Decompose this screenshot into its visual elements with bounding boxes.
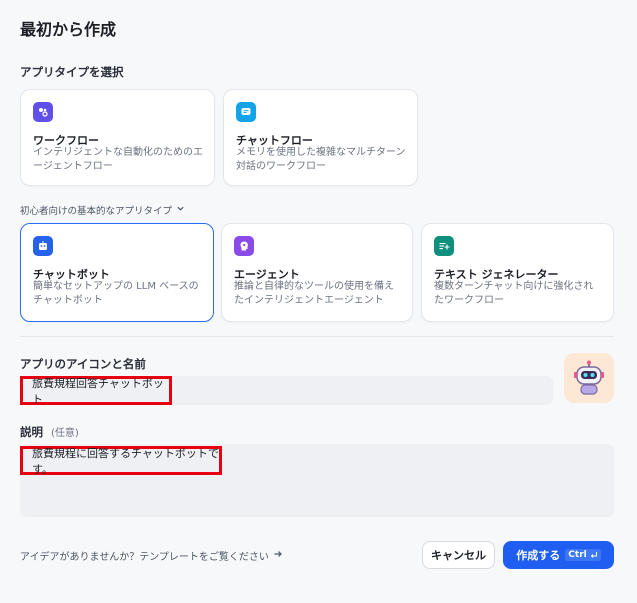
app-name-label: アプリのアイコンと名前 [20, 357, 146, 371]
enter-key-icon [590, 552, 597, 558]
page-title: 最初から作成 [20, 20, 117, 39]
basic-types-label: 初心者向けの基本的なアプリタイプ [20, 206, 173, 217]
optional-hint: (任意) [51, 428, 79, 439]
template-link[interactable]: アイデアがありませんか？テンプレートをご覧ください [20, 548, 283, 563]
card-desc: メモリを使用した複雑なマルチターン対話のワークフロー [236, 147, 406, 172]
description-value: 旅費規程に回答するチャットボットです。 [20, 446, 222, 476]
description-label: 説明 (任意) [20, 424, 79, 440]
shortcut-ctrl: Ctrl [568, 550, 587, 560]
text-generator-icon [434, 236, 454, 256]
cancel-button[interactable]: キャンセル [422, 541, 495, 569]
app-type-card-text-generator[interactable]: テキスト ジェネレーター 複数ターンチャット向けに強化されたワークフロー [421, 223, 614, 322]
app-type-card-agent[interactable]: エージェント 推論と自律的なツールの使用を備えたインテリジェントエージェント [221, 223, 413, 322]
card-desc: 複数ターンチャット向けに強化されたワークフロー [434, 281, 594, 306]
template-link-text: アイデアがありませんか？テンプレートをご覧ください [20, 552, 269, 563]
agent-icon [234, 236, 254, 256]
description-label-text: 説明 [20, 425, 43, 439]
app-type-label: アプリタイプを選択 [20, 65, 124, 79]
basic-types-toggle[interactable]: 初心者向けの基本的なアプリタイプ [20, 203, 185, 217]
chatflow-icon [236, 102, 256, 122]
chatbot-icon [33, 236, 53, 256]
card-desc: 簡単なセットアップの LLM ベースのチャットボット [33, 281, 199, 306]
app-type-card-chatflow[interactable]: チャットフロー メモリを使用した複雑なマルチターン対話のワークフロー [223, 89, 418, 186]
shortcut-badge: Ctrl [565, 549, 601, 561]
app-icon-picker[interactable] [564, 353, 614, 403]
app-type-card-workflow[interactable]: ワークフロー インテリジェントな自動化のためのエージェントフロー [20, 89, 215, 186]
card-desc: 推論と自律的なツールの使用を備えたインテリジェントエージェント [234, 281, 394, 306]
create-button-label: 作成する [516, 549, 561, 562]
create-button[interactable]: 作成する Ctrl [503, 541, 614, 569]
chevron-down-icon [176, 204, 185, 216]
card-desc: インテリジェントな自動化のためのエージェントフロー [33, 147, 203, 172]
robot-icon [574, 360, 604, 395]
app-name-value: 旅費規程回答チャットボット [20, 376, 172, 406]
divider [20, 336, 614, 337]
app-type-card-chatbot[interactable]: チャットボット 簡単なセットアップの LLM ベースのチャットボット [20, 223, 214, 322]
arrow-right-icon [273, 549, 283, 562]
workflow-icon [33, 102, 53, 122]
